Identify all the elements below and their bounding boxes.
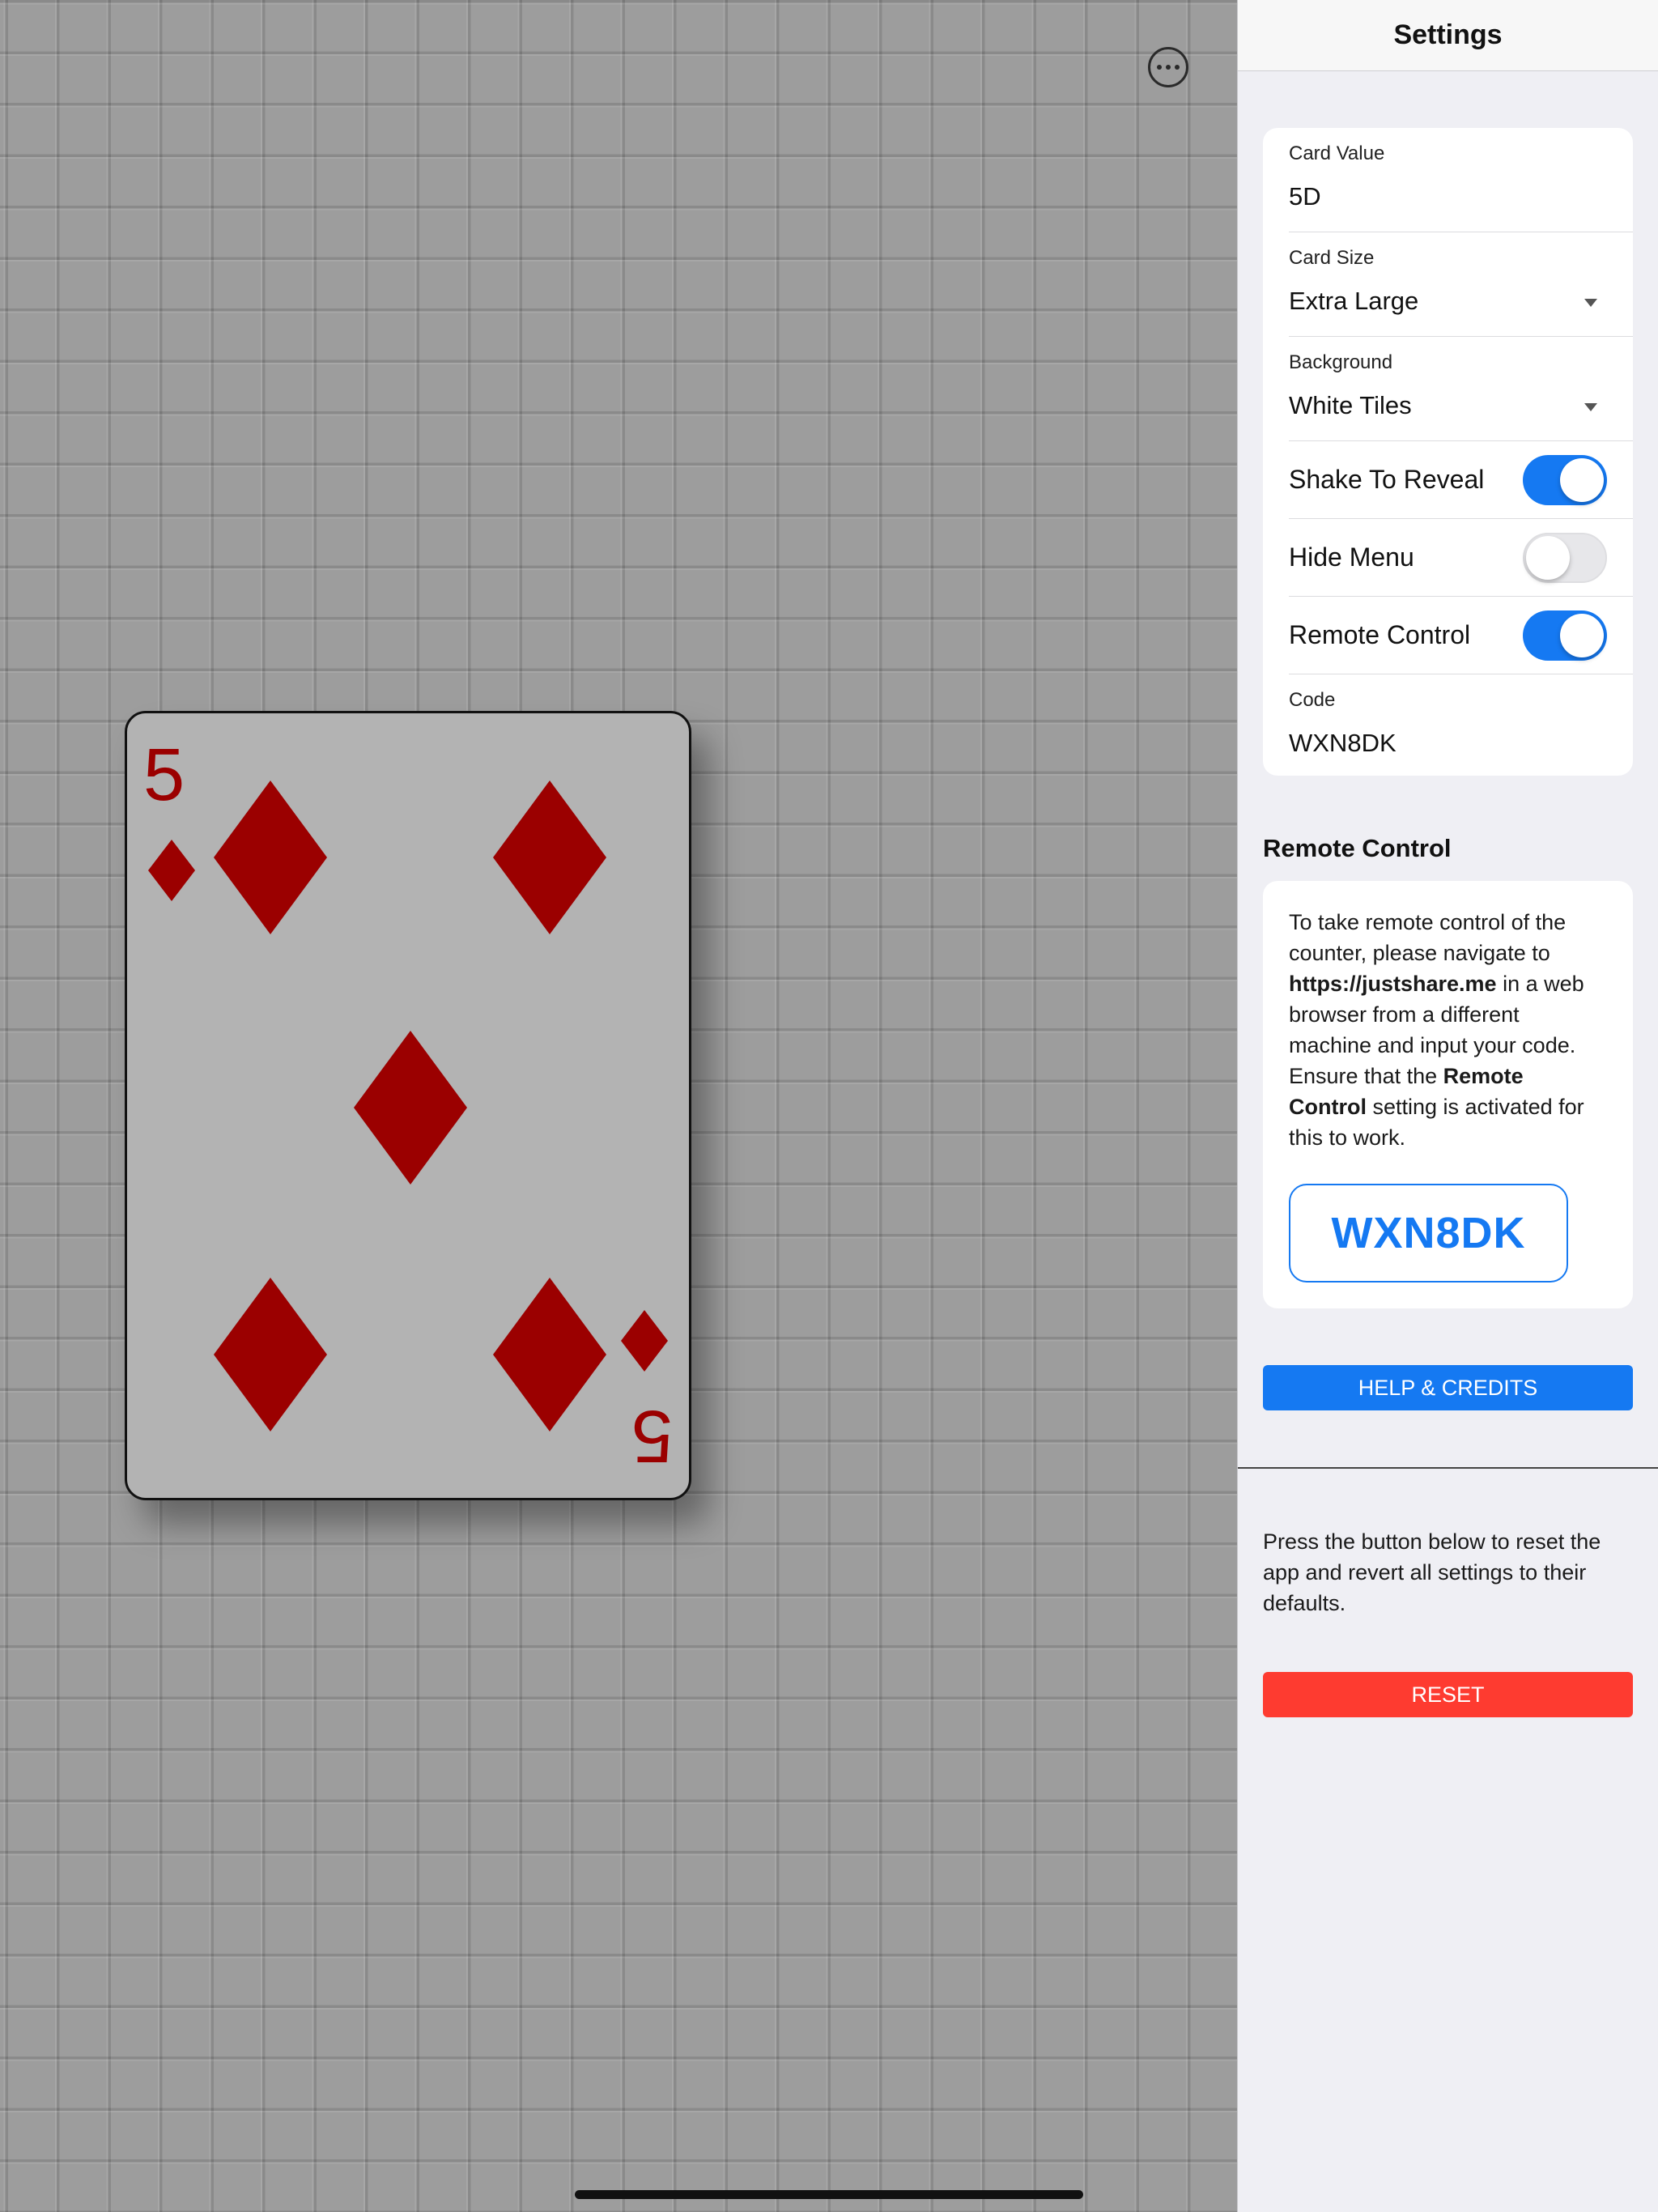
hide-menu-row: Hide Menu (1289, 519, 1633, 597)
code-field: Code WXN8DK (1289, 674, 1633, 776)
background-label: Background (1289, 351, 1393, 373)
home-indicator[interactable] (575, 2190, 1083, 2199)
page-title: Settings (1393, 19, 1503, 50)
reset-button[interactable]: RESET (1263, 1672, 1633, 1717)
settings-group: Card Value 5D Card Size Extra Large Back… (1263, 128, 1633, 776)
diamond-pip-icon (214, 1278, 327, 1431)
shake-to-reveal-toggle[interactable] (1523, 454, 1607, 505)
diamond-index-icon-top (148, 840, 195, 901)
background-select[interactable]: Background White Tiles (1289, 337, 1633, 441)
card-size-label: Card Size (1289, 247, 1375, 269)
card-value-label: Card Value (1289, 143, 1385, 164)
background-value[interactable]: White Tiles (1289, 377, 1633, 440)
remote-text-1: To take remote control of the counter, p… (1289, 910, 1567, 965)
code-label: Code (1289, 689, 1336, 711)
shake-to-reveal-row: Shake To Reveal (1289, 441, 1633, 519)
chevron-down-icon[interactable] (1584, 403, 1597, 411)
remote-control-card: To take remote control of the counter, p… (1263, 881, 1633, 1308)
more-options-icon[interactable] (1148, 47, 1188, 87)
toggle-knob (1560, 457, 1604, 502)
dot (1157, 65, 1162, 70)
remote-control-heading: Remote Control (1263, 834, 1452, 862)
card-size-value[interactable]: Extra Large (1289, 273, 1633, 336)
dot (1175, 65, 1180, 70)
toggle-knob (1526, 535, 1570, 580)
divider (1238, 1467, 1658, 1469)
card-rank-bottom: 5 (631, 1395, 673, 1478)
remote-instructions: To take remote control of the counter, p… (1289, 907, 1607, 1153)
remote-code-text: WXN8DK (1331, 1209, 1526, 1257)
chevron-down-icon[interactable] (1584, 299, 1597, 307)
hide-menu-label: Hide Menu (1289, 542, 1414, 572)
diamond-index-icon-bottom (621, 1310, 668, 1372)
diamond-pip-icon (354, 1031, 467, 1185)
hide-menu-toggle[interactable] (1523, 532, 1607, 583)
toggle-knob (1560, 613, 1604, 657)
card-value-input[interactable]: 5D (1289, 168, 1633, 232)
card-size-select[interactable]: Card Size Extra Large (1289, 232, 1633, 337)
dot (1166, 65, 1171, 70)
panel-header: Settings (1238, 0, 1658, 71)
code-value: WXN8DK (1289, 729, 1397, 757)
reset-description: Press the button below to reset the app … (1263, 1529, 1601, 1615)
tiled-background: 5 5 (0, 0, 1237, 2212)
diamond-pip-icon (214, 781, 327, 934)
settings-panel: Settings Card Value 5D Card Size Extra L… (1237, 0, 1658, 2212)
remote-control-row: Remote Control (1289, 597, 1633, 674)
remote-control-label: Remote Control (1289, 620, 1471, 649)
shake-to-reveal-label: Shake To Reveal (1289, 465, 1485, 494)
card-value-field[interactable]: Card Value 5D (1289, 128, 1633, 232)
remote-control-toggle[interactable] (1523, 610, 1607, 661)
diamond-pip-icon (493, 1278, 606, 1431)
playing-card[interactable]: 5 5 (125, 711, 691, 1500)
remote-code-badge[interactable]: WXN8DK (1289, 1184, 1568, 1283)
card-rank-top: 5 (143, 734, 185, 816)
remote-url-link[interactable]: https://justshare.me (1289, 972, 1497, 996)
help-credits-button[interactable]: HELP & CREDITS (1263, 1365, 1633, 1410)
diamond-pip-icon (493, 781, 606, 934)
